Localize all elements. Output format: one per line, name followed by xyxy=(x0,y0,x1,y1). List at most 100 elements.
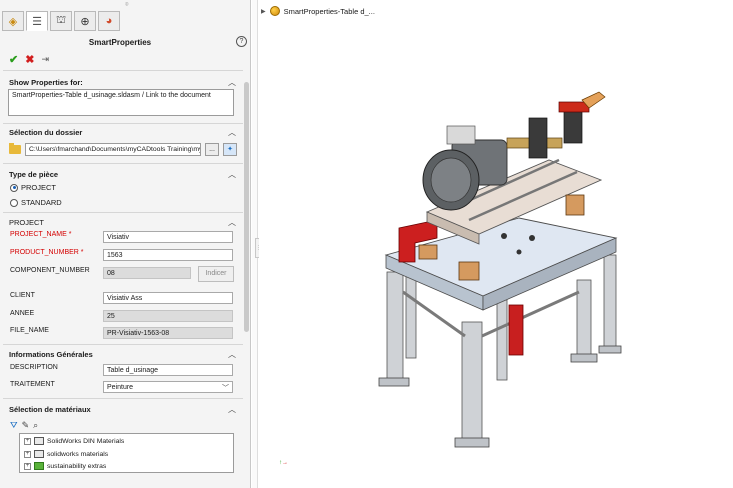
manager-tabs: ◈ ☰ ⛫ ⊕ ◕ xyxy=(2,11,120,32)
collapse-icon[interactable]: ︿ xyxy=(228,169,236,180)
material-library-icon xyxy=(34,450,44,458)
collapse-icon[interactable]: ︿ xyxy=(228,349,236,360)
bronze-bushing xyxy=(458,261,480,281)
component-number-label: COMPONENT_NUMBER xyxy=(10,267,90,274)
radio-selected-icon xyxy=(10,183,18,192)
leg-foot xyxy=(570,353,598,363)
tree-item-din[interactable]: + SolidWorks DIN Materials xyxy=(24,437,124,445)
collapse-icon[interactable]: ︿ xyxy=(228,404,236,415)
browse-button[interactable]: ... xyxy=(205,143,219,156)
machining-table-model xyxy=(378,91,622,448)
tree-item-sustainability[interactable]: + sustainability extras xyxy=(24,462,106,470)
table-leg xyxy=(496,299,508,381)
traitement-label: TRAITEMENT xyxy=(10,381,55,388)
clear-filter-icon[interactable]: ✎ xyxy=(22,420,30,431)
expand-icon[interactable]: + xyxy=(24,450,31,458)
radio-unselected-icon xyxy=(10,198,18,207)
search-icon[interactable]: ⌕ xyxy=(33,420,38,431)
table-leg xyxy=(461,321,483,443)
display-manager-icon: ◕ xyxy=(105,15,113,27)
index-button[interactable]: Indicer xyxy=(198,266,234,282)
materials-tree[interactable]: + SolidWorks DIN Materials + solidworks … xyxy=(19,433,234,473)
divider xyxy=(3,70,243,71)
tab-propertymanager[interactable]: ☰ xyxy=(26,11,48,31)
panel-title: SmartProperties xyxy=(88,38,152,47)
document-link-field[interactable]: SmartProperties-Table d_usinage.sldasm /… xyxy=(8,89,234,116)
tab-display-manager[interactable]: ◕ xyxy=(98,11,120,31)
bronze-bushing xyxy=(418,244,438,260)
project-name-label: PROJECT_NAME * xyxy=(10,231,72,238)
configuration-icon: ⛫ xyxy=(55,14,67,26)
table-leg xyxy=(576,279,592,359)
action-buttons: ✔ ✖ ⇥ xyxy=(9,53,49,66)
panel-grip-icon[interactable]: ⌾ xyxy=(125,2,129,9)
client-input[interactable]: Visiativ Ass xyxy=(103,292,233,304)
leg-foot xyxy=(378,377,410,387)
motor-fan-cover xyxy=(430,157,472,203)
radio-project[interactable]: PROJECT xyxy=(10,183,56,192)
radio-project-label: PROJECT xyxy=(21,183,57,192)
file-name-field: PR-Visiativ-1563-08 xyxy=(103,327,233,339)
divider xyxy=(3,212,243,213)
filter-icon[interactable]: ⛛ xyxy=(10,420,18,431)
table-hole xyxy=(529,235,535,241)
propertymanager-icon: ☰ xyxy=(32,15,42,28)
collapse-icon[interactable]: ︿ xyxy=(228,127,236,138)
table-hole xyxy=(516,249,522,255)
description-input[interactable]: Table d_usinage xyxy=(103,364,233,376)
project-name-input[interactable]: Visiativ xyxy=(103,231,233,243)
leg-foot xyxy=(598,345,622,354)
panel-scrollbar[interactable] xyxy=(244,82,249,332)
table-leg xyxy=(603,254,617,351)
traitement-select[interactable]: Peinture ﹀ xyxy=(103,381,233,393)
tree-item-label: sustainability extras xyxy=(47,462,107,470)
traitement-value: Peinture xyxy=(107,384,134,391)
material-library-icon xyxy=(34,437,44,445)
pin-icon[interactable]: ⇥ xyxy=(41,54,49,65)
ok-button[interactable]: ✔ xyxy=(9,53,18,66)
tree-item-label: SolidWorks DIN Materials xyxy=(47,437,125,445)
graphics-viewport[interactable]: ▶ SmartProperties-Table d_... ↑→ xyxy=(259,0,733,488)
bronze-bushing xyxy=(565,194,585,216)
expand-icon[interactable]: + xyxy=(24,437,31,445)
folder-path-field[interactable]: C:\Users\fmarchand\Documents\myCADtools … xyxy=(25,143,201,156)
property-manager-panel: ⌾ ◈ ☰ ⛫ ⊕ ◕ SmartProperties ? ✔ ✖ ⇥ Show… xyxy=(0,0,251,488)
file-name-label: FILE_NAME xyxy=(10,327,49,334)
bearing-block xyxy=(528,117,548,159)
divider xyxy=(3,123,243,124)
radio-standard-label: STANDARD xyxy=(21,198,62,207)
annee-label: ANNEE xyxy=(10,310,35,317)
motor-terminal-box xyxy=(446,125,476,145)
collapse-icon[interactable]: ︿ xyxy=(228,217,236,228)
expand-icon[interactable]: + xyxy=(24,462,31,470)
part-type-heading: Type de pièce xyxy=(9,170,59,179)
materials-toolbar: ⛛ ✎ ⌕ xyxy=(10,420,38,431)
divider xyxy=(3,344,243,345)
project-heading: PROJECT xyxy=(9,218,45,227)
table-leg xyxy=(405,267,417,359)
dimxpert-icon: ⊕ xyxy=(80,15,90,28)
product-number-label: PRODUCT_NUMBER * xyxy=(10,249,84,256)
tree-item-solidworks[interactable]: + solidworks materials xyxy=(24,450,108,458)
product-number-input[interactable]: 1563 xyxy=(103,249,233,261)
divider xyxy=(3,163,243,164)
description-label: DESCRIPTION xyxy=(10,364,58,371)
tab-configurationmanager[interactable]: ⛫ xyxy=(50,11,72,31)
show-properties-heading: Show Properties for: xyxy=(9,78,83,87)
tab-dimxpert[interactable]: ⊕ xyxy=(74,11,96,31)
table-hole xyxy=(501,233,507,239)
radio-standard[interactable]: STANDARD xyxy=(10,198,62,207)
component-number-field: 08 xyxy=(103,267,191,279)
materials-heading: Sélection de matériaux xyxy=(9,405,91,414)
pushpin-icon: ✦ xyxy=(227,146,233,153)
collar xyxy=(558,101,590,113)
tab-featuremanager[interactable]: ◈ xyxy=(2,11,24,31)
help-icon[interactable]: ? xyxy=(236,36,247,47)
cancel-button[interactable]: ✖ xyxy=(25,53,34,66)
folder-heading: Sélection du dossier xyxy=(9,128,83,137)
pin-folder-button[interactable]: ✦ xyxy=(223,143,237,156)
leg-foot xyxy=(454,437,490,448)
annee-field: 25 xyxy=(103,310,233,322)
divider xyxy=(3,398,243,399)
collapse-icon[interactable]: ︿ xyxy=(228,77,236,88)
